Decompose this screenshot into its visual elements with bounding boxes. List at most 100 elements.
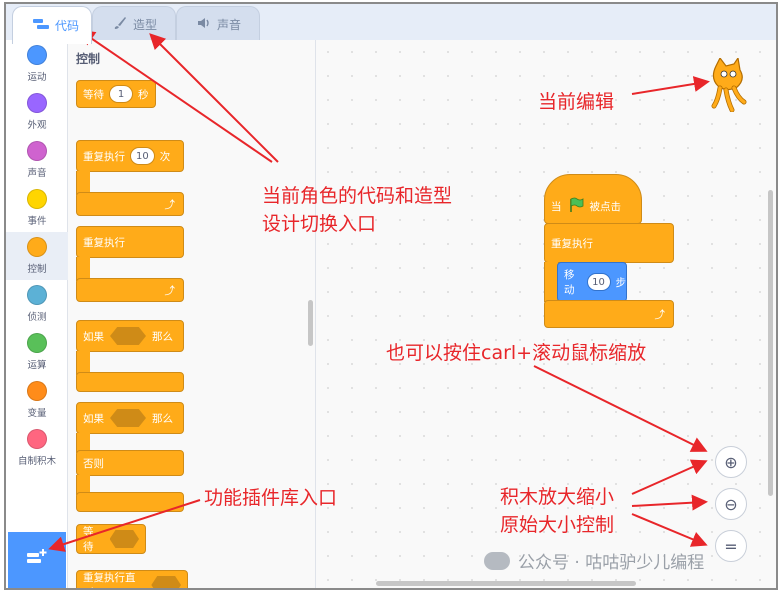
category-dot <box>27 429 47 449</box>
annotation-zoom-controls-line1: 积木放大缩小 <box>500 486 615 508</box>
category-label: 事件 <box>27 216 47 227</box>
category-label: 侦测 <box>27 312 47 323</box>
category-variables[interactable]: 变量 <box>6 376 68 424</box>
category-label: 外观 <box>27 120 47 131</box>
repeat-times-block[interactable]: 重复执行 10 次 <box>76 140 184 172</box>
green-flag-icon <box>568 197 584 216</box>
tab-code[interactable]: 代码 <box>12 6 92 44</box>
category-dot <box>27 141 47 161</box>
else-branch: 否则 <box>76 450 184 476</box>
annotation-extension: 功能插件库入口 <box>204 487 338 509</box>
category-label: 运动 <box>27 72 47 83</box>
forever-script-block[interactable]: 重复执行 <box>544 223 674 263</box>
if-then-block[interactable]: 如果 那么 <box>76 320 184 352</box>
block-label: 如果 <box>83 330 104 343</box>
block-label: 等待 <box>83 526 94 553</box>
category-label: 变量 <box>27 408 47 419</box>
tab-code-label: 代码 <box>55 19 80 33</box>
condition-slot[interactable] <box>109 530 139 548</box>
tab-costumes-label: 造型 <box>133 18 158 32</box>
category-looks[interactable]: 外观 <box>6 88 68 136</box>
move-steps-block[interactable]: 移动 10 步 <box>557 262 627 302</box>
condition-slot[interactable] <box>110 409 146 427</box>
block-label: 被点击 <box>589 200 622 213</box>
category-dot <box>27 237 47 257</box>
code-icon <box>33 18 49 33</box>
forever-script-bottom: ⤴ <box>544 300 674 328</box>
block-label: 次 <box>159 150 171 163</box>
category-menu: 运动 外观 声音 事件 控制 侦测 运算 变量 自制积木 <box>6 40 68 588</box>
block-label: 当 <box>551 200 562 213</box>
loop-arrow-icon: ⤴ <box>164 284 176 297</box>
block-label: 重复执行 <box>551 237 593 250</box>
category-events[interactable]: 事件 <box>6 184 68 232</box>
palette-section-title: 控制 <box>76 52 101 66</box>
palette-scrollbar[interactable] <box>308 300 313 346</box>
category-label: 控制 <box>27 264 47 275</box>
annotation-tabs-line1: 当前角色的代码和造型 <box>262 185 453 207</box>
extension-icon <box>25 548 49 572</box>
script-area-vertical-scrollbar[interactable] <box>768 190 773 496</box>
repeat-count-input[interactable]: 10 <box>130 147 155 165</box>
block-label: 移动 <box>564 269 575 296</box>
wait-until-block[interactable]: 等待 <box>76 524 146 554</box>
category-operators[interactable]: 运算 <box>6 328 68 376</box>
wait-seconds-block[interactable]: 等待 1 秒 <box>76 80 156 108</box>
category-sound[interactable]: 声音 <box>6 136 68 184</box>
category-dot <box>27 285 47 305</box>
tab-sounds[interactable]: 声音 <box>176 6 260 42</box>
block-label: 那么 <box>152 330 173 343</box>
category-label: 运算 <box>27 360 47 371</box>
tab-sounds-label: 声音 <box>217 18 242 32</box>
zoom-reset-icon: = <box>724 536 738 556</box>
category-my-blocks[interactable]: 自制积木 <box>6 424 68 472</box>
wechat-icon <box>484 551 510 570</box>
block-arm <box>544 262 558 302</box>
speaker-icon <box>197 17 211 32</box>
editor-tab-bar: 代码 造型 声音 <box>6 4 776 44</box>
annotation-tabs-line2: 设计切换入口 <box>262 213 377 235</box>
move-steps-input[interactable]: 10 <box>586 273 611 291</box>
zoom-out-icon: ⊖ <box>724 494 738 514</box>
category-dot <box>27 93 47 113</box>
if-else-block[interactable]: 如果 那么 <box>76 402 184 434</box>
category-dot <box>27 189 47 209</box>
annotation-zoom-controls-line2: 原始大小控制 <box>500 514 615 536</box>
block-label: 步 <box>615 276 627 289</box>
when-flag-clicked-block[interactable]: 当 被点击 <box>544 174 642 224</box>
watermark-text: 公众号 · 咕咕驴少儿编程 <box>518 553 705 573</box>
condition-slot[interactable] <box>151 576 181 588</box>
add-extension-button[interactable] <box>8 532 66 588</box>
category-sensing[interactable]: 侦测 <box>6 280 68 328</box>
zoom-reset-button[interactable]: = <box>715 530 747 562</box>
block-label: 否则 <box>83 457 104 470</box>
block-label: 重复执行 <box>83 150 125 163</box>
block-label: 重复执行 <box>83 236 125 249</box>
block-label: 重复执行直到 <box>83 572 136 588</box>
category-dot <box>27 381 47 401</box>
category-motion[interactable]: 运动 <box>6 40 68 88</box>
category-dot <box>27 45 47 65</box>
repeat-until-block[interactable]: 重复执行直到 <box>76 570 188 588</box>
category-label: 自制积木 <box>17 456 56 467</box>
category-dot <box>27 333 47 353</box>
block-label: 秒 <box>138 88 149 101</box>
script-area-horizontal-scrollbar[interactable] <box>376 581 636 586</box>
if-block-bottom <box>76 372 184 392</box>
zoom-out-button[interactable]: ⊖ <box>715 488 747 520</box>
annotation-current-edit: 当前编辑 <box>538 91 615 113</box>
if-else-block-bottom <box>76 492 184 512</box>
forever-block[interactable]: 重复执行 <box>76 226 184 258</box>
tab-costumes[interactable]: 造型 <box>92 6 176 42</box>
zoom-in-button[interactable]: ⊕ <box>715 446 747 478</box>
block-label: 等待 <box>83 88 104 101</box>
loop-arrow-icon: ⤴ <box>654 308 666 321</box>
wait-value-input[interactable]: 1 <box>109 85 133 103</box>
zoom-in-icon: ⊕ <box>724 452 738 472</box>
brush-icon <box>113 16 127 33</box>
condition-slot[interactable] <box>110 327 146 345</box>
category-control[interactable]: 控制 <box>6 232 68 280</box>
loop-arrow-icon: ⤴ <box>164 198 176 211</box>
scratch-editor: 代码 造型 声音 运动 外观 声音 事件 控制 侦测 运算 变量 自制积木 控制… <box>4 2 778 590</box>
block-label: 如果 <box>83 412 104 425</box>
